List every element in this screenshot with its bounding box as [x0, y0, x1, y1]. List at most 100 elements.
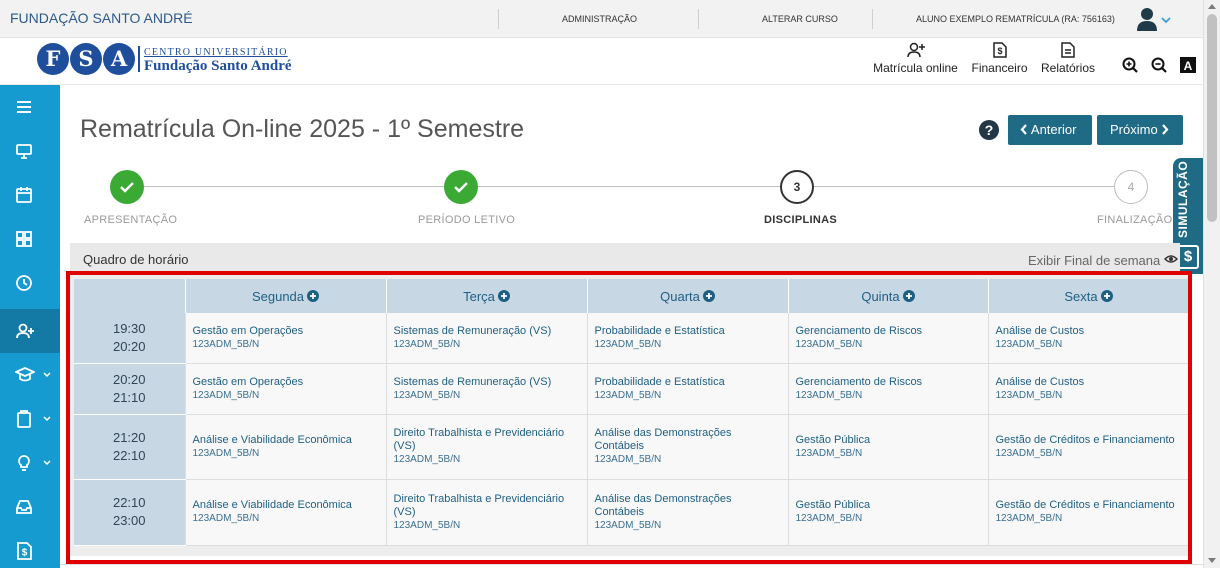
class-code: 123ADM_5B/N — [192, 389, 260, 401]
sidebar-item-dashboard[interactable] — [0, 129, 60, 173]
class-cell[interactable]: Análise de Custos 123ADM_5B/N — [988, 313, 1190, 364]
eye-icon[interactable] — [1164, 253, 1178, 265]
time-slot: 19:30 20:20 — [74, 313, 186, 364]
day-label: Quarta — [660, 288, 700, 304]
help-icon[interactable]: ? — [979, 120, 999, 140]
class-cell[interactable]: Análise das Demonstrações Contábeis 123AD… — [587, 479, 789, 546]
class-cell[interactable]: Sistemas de Remuneração (VS) 123ADM_5B/N — [386, 313, 588, 364]
class-code: 123ADM_5B/N — [594, 519, 662, 531]
subject-name: Sistemas de Remuneração (VS) — [393, 324, 552, 337]
class-cell[interactable]: Sistemas de Remuneração (VS) 123ADM_5B/N — [386, 363, 588, 415]
class-cell[interactable]: Gestão Pública 123ADM_5B/N — [788, 479, 989, 546]
class-cell[interactable]: Probabilidade e Estatística 123ADM_5B/N — [587, 363, 789, 415]
sidebar-item-matricula[interactable] — [0, 309, 60, 353]
class-code: 123ADM_5B/N — [393, 389, 461, 401]
nav-matricula-online[interactable]: Matrícula online — [871, 42, 960, 75]
finance-icon: $ — [992, 42, 1007, 58]
class-cell[interactable]: Gerenciamento de Riscos 123ADM_5B/N — [788, 313, 989, 364]
add-user-icon — [906, 42, 925, 58]
day-header-terca[interactable]: Terça — [386, 279, 588, 313]
sidebar-item-academic[interactable] — [0, 353, 60, 397]
logo-letter: A — [103, 43, 135, 75]
step-1-indicator[interactable] — [110, 170, 144, 204]
add-circle-icon[interactable] — [497, 289, 510, 302]
sidebar-item-documents[interactable] — [0, 397, 60, 441]
class-cell[interactable]: Gestão Pública 123ADM_5B/N — [788, 414, 989, 480]
user-menu[interactable] — [1136, 6, 1176, 32]
class-cell[interactable]: Probabilidade e Estatística 123ADM_5B/N — [587, 313, 789, 364]
day-label: Segunda — [251, 288, 305, 304]
sidebar-item-ideas[interactable] — [0, 441, 60, 485]
sidebar-item-history[interactable] — [0, 261, 60, 305]
class-code: 123ADM_5B/N — [192, 447, 260, 459]
svg-text:$: $ — [997, 46, 1002, 56]
zoom-in-icon[interactable] — [1122, 57, 1138, 73]
time-slot: 21:20 22:10 — [74, 414, 186, 480]
nav-label: Matrícula online — [873, 61, 958, 75]
subject-name: Gerenciamento de Riscos — [795, 324, 923, 337]
weekend-toggle[interactable]: Exibir Final de semana — [1028, 253, 1160, 268]
scroll-down-icon[interactable] — [1208, 558, 1216, 563]
subject-name: Gestão de Créditos e Financiamento — [995, 433, 1175, 446]
step-4-indicator[interactable]: 4 — [1114, 170, 1148, 204]
day-header-quarta[interactable]: Quarta — [587, 279, 789, 313]
step-1-label: APRESENTAÇÃO — [84, 214, 178, 226]
class-cell[interactable]: Análise das Demonstrações Contábeis 123AD… — [587, 414, 789, 480]
nav-relatorios[interactable]: Relatórios — [1038, 42, 1098, 75]
divider — [872, 9, 873, 29]
table-row: 22:10 23:00 Análise e Viabilidade Econômi… — [74, 479, 1190, 546]
class-cell[interactable]: Análise e Viabilidade Econômica 123ADM_5B… — [185, 479, 387, 546]
zoom-out-icon[interactable] — [1151, 57, 1167, 73]
add-circle-icon[interactable] — [702, 289, 715, 302]
step-2-indicator[interactable] — [444, 170, 478, 204]
class-cell[interactable]: Análise e Viabilidade Econômica 123ADM_5B… — [185, 414, 387, 480]
class-cell[interactable]: Direito Trabalhista e Previdenciário (VS… — [386, 479, 588, 546]
class-cell[interactable]: Gestão em Operações 123ADM_5B/N — [185, 363, 387, 415]
sidebar-item-menu[interactable] — [0, 85, 60, 129]
contrast-icon[interactable]: A — [1180, 57, 1196, 73]
inbox-icon — [16, 500, 32, 514]
step-3-indicator[interactable]: 3 — [780, 170, 814, 204]
graduation-cap-icon — [15, 367, 35, 382]
nav-financeiro[interactable]: $ Financeiro — [969, 42, 1030, 75]
sidebar-item-finance[interactable]: $ — [0, 529, 60, 568]
schedule-title: Quadro de horário — [83, 252, 189, 267]
class-cell[interactable]: Análise de Custos 123ADM_5B/N — [988, 363, 1190, 415]
class-cell[interactable]: Gestão de Créditos e Financiamento 123ADM… — [988, 479, 1190, 546]
class-cell[interactable]: Gestão em Operações 123ADM_5B/N — [185, 313, 387, 364]
class-cell[interactable]: Direito Trabalhista e Previdenciário (VS… — [386, 414, 588, 480]
class-cell[interactable]: Gestão de Créditos e Financiamento 123ADM… — [988, 414, 1190, 480]
alterar-curso-link[interactable]: ALTERAR CURSO — [762, 14, 838, 24]
administracao-link[interactable]: ADMINISTRAÇÃO — [562, 14, 637, 24]
chevron-left-icon — [1020, 124, 1027, 135]
clock-icon — [16, 275, 32, 291]
scroll-thumb[interactable] — [1207, 14, 1217, 222]
subject-name: Probabilidade e Estatística — [594, 324, 725, 337]
sidebar-item-inbox[interactable] — [0, 485, 60, 529]
class-code: 123ADM_5B/N — [795, 513, 863, 524]
add-circle-icon[interactable] — [902, 289, 915, 302]
subject-name: Gestão em Operações — [192, 375, 304, 388]
table-row: 19:30 20:20 Gestão em Operações 123ADM_5B/… — [74, 313, 1190, 364]
add-circle-icon[interactable] — [307, 289, 320, 302]
sidebar-item-calendar[interactable] — [0, 173, 60, 217]
sidebar-item-apps[interactable] — [0, 217, 60, 261]
previous-button[interactable]: Anterior — [1008, 115, 1092, 145]
subject-name: Gerenciamento de Riscos — [795, 375, 923, 388]
subject-name: Análise de Custos — [995, 375, 1085, 388]
class-cell[interactable]: Gerenciamento de Riscos 123ADM_5B/N — [788, 363, 989, 415]
day-header-quinta[interactable]: Quinta — [788, 279, 989, 313]
chevron-down-icon — [43, 416, 51, 422]
step-connector — [478, 186, 780, 187]
next-button[interactable]: Próximo — [1097, 115, 1183, 145]
add-circle-icon[interactable] — [1100, 289, 1113, 302]
sidebar: $ — [0, 85, 60, 568]
subject-name: Gestão Pública — [795, 433, 871, 446]
day-header-sexta[interactable]: Sexta — [988, 279, 1190, 313]
scroll-up-icon[interactable] — [1208, 4, 1216, 9]
day-label: Sexta — [1064, 288, 1098, 304]
table-row: 21:20 22:10 Análise e Viabilidade Econômi… — [74, 414, 1190, 480]
subject-name: Gestão Pública — [795, 499, 871, 511]
vertical-scrollbar[interactable] — [1203, 0, 1220, 568]
day-header-segunda[interactable]: Segunda — [185, 279, 387, 313]
